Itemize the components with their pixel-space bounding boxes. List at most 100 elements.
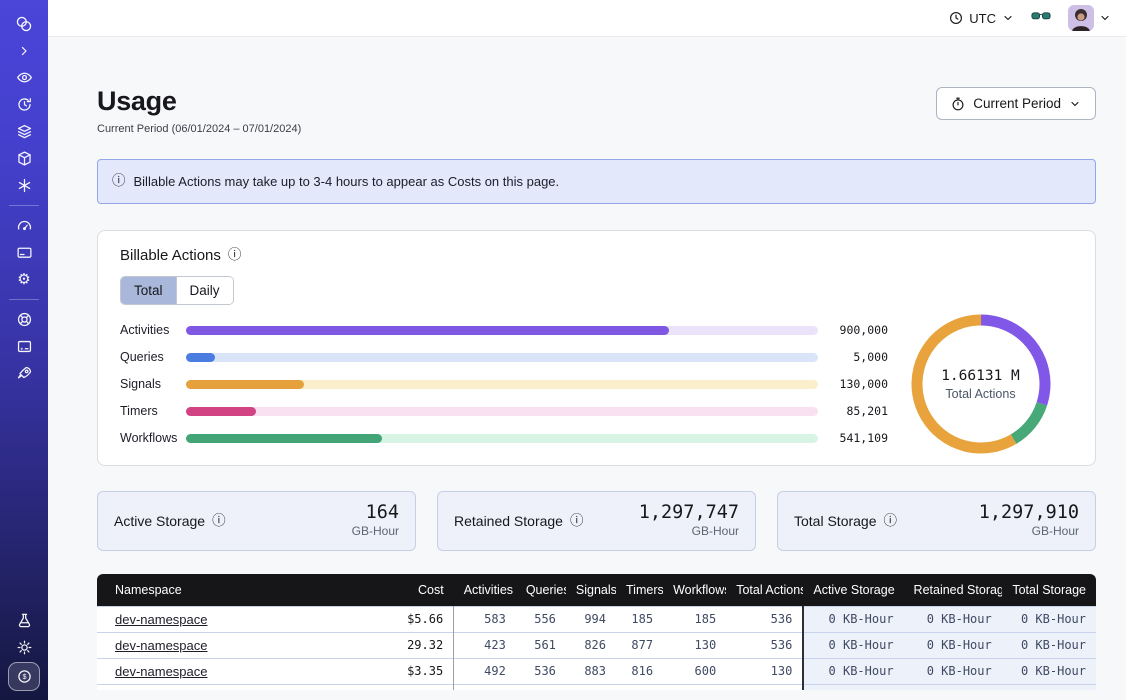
namespace-link[interactable]: dev-namespace xyxy=(115,612,208,627)
cell-total_storage xyxy=(1002,684,1096,690)
sidebar-divider xyxy=(9,299,39,300)
cell-active_storage: 0 KB-Hour xyxy=(803,606,903,632)
column-header-workflows: Workflows xyxy=(663,574,726,607)
sidebar-nav: ⚙ $ xyxy=(0,0,48,700)
cell-signals: 826 xyxy=(566,632,616,658)
topbar: UTC xyxy=(48,0,1126,37)
cell-active_storage: 0 KB-Hour xyxy=(803,632,903,658)
cell-activities: 423 xyxy=(454,632,516,658)
cell-total_actions: 130 xyxy=(726,658,803,684)
collapse-chevron-icon[interactable] xyxy=(8,38,40,63)
column-header-active_storage: Active Storage xyxy=(803,574,903,607)
cell-retained_storage xyxy=(904,684,1002,690)
info-banner: ⓘ Billable Actions may take up to 3-4 ho… xyxy=(97,159,1096,204)
storage-summary-row: Active Storage ⓘ 164 GB-Hour Retained St… xyxy=(97,491,1096,551)
info-icon[interactable]: ⓘ xyxy=(212,514,226,528)
billable-bars: Activities900,000Queries5,000Signals130,… xyxy=(120,317,888,452)
page-subtitle: Current Period (06/01/2024 – 07/01/2024) xyxy=(97,123,301,135)
cell-queries: 536 xyxy=(516,658,566,684)
temporal-logo-icon[interactable] xyxy=(8,11,40,36)
glasses-icon[interactable] xyxy=(1031,9,1051,28)
lab-flask-icon[interactable] xyxy=(8,608,40,633)
table-row: dev-namespace$5.665835569941851855360 KB… xyxy=(97,606,1096,632)
bar-label: Queries xyxy=(120,350,186,364)
usage-gauge-icon[interactable] xyxy=(8,213,40,238)
column-header-total_storage: Total Storage xyxy=(1002,574,1096,607)
bar-row-timers: Timers85,201 xyxy=(120,398,888,425)
bar-track xyxy=(186,407,818,416)
tab-daily[interactable]: Daily xyxy=(176,277,233,304)
bar-value: 130,000 xyxy=(832,377,888,391)
info-icon: ⓘ xyxy=(112,174,126,188)
retained-storage-card: Retained Storage ⓘ 1,297,747 GB-Hour xyxy=(437,491,756,551)
cell-retained_storage: 0 KB-Hour xyxy=(904,606,1002,632)
cell-workflows: 600 xyxy=(663,658,726,684)
total-storage-label: Total Storage xyxy=(794,513,877,529)
retained-storage-value: 1,297,747 xyxy=(639,503,739,523)
settings-gear-icon[interactable]: ⚙ xyxy=(8,267,40,292)
bar-label: Activities xyxy=(120,323,186,337)
bar-row-signals: Signals130,000 xyxy=(120,371,888,398)
cell-activities: 583 xyxy=(454,606,516,632)
tab-total[interactable]: Total xyxy=(121,277,176,304)
chevron-down-icon xyxy=(1069,98,1081,110)
info-icon[interactable]: ⓘ xyxy=(570,514,584,528)
cell-namespace: dev-namespace xyxy=(97,632,366,658)
app-window: ⚙ $ UTC xyxy=(0,0,1126,700)
cell-active_storage: 0 KB-Hour xyxy=(803,658,903,684)
layers-icon[interactable] xyxy=(8,119,40,144)
column-header-total_actions: Total Actions xyxy=(726,574,803,607)
release-notes-icon[interactable] xyxy=(8,334,40,359)
billable-chart-row: Activities900,000Queries5,000Signals130,… xyxy=(120,317,1073,452)
bar-fill xyxy=(186,380,304,389)
namespace-link[interactable]: dev-namespace xyxy=(115,638,208,653)
cube-icon[interactable] xyxy=(8,146,40,171)
cell-retained_storage: 0 KB-Hour xyxy=(904,632,1002,658)
cell-cost: $5.66 xyxy=(366,606,454,632)
namespace-link[interactable]: dev-namespace xyxy=(115,664,208,679)
main-area: UTC Usage Current Period (06/01/2024 – 0… xyxy=(48,0,1126,700)
dollar-badge-icon[interactable]: $ xyxy=(8,662,40,691)
cell-timers: 816 xyxy=(616,658,663,684)
period-dropdown-button[interactable]: Current Period xyxy=(936,87,1096,120)
bar-track xyxy=(186,326,818,335)
bar-label: Workflows xyxy=(120,431,186,445)
billing-card-icon[interactable] xyxy=(8,240,40,265)
history-icon[interactable] xyxy=(8,92,40,117)
bar-row-activities: Activities900,000 xyxy=(120,317,888,344)
page-header: Usage Current Period (06/01/2024 – 07/01… xyxy=(97,87,1096,135)
active-storage-unit: GB-Hour xyxy=(352,524,399,538)
namespaces-icon[interactable] xyxy=(8,65,40,90)
bar-fill xyxy=(186,407,256,416)
active-storage-value: 164 xyxy=(352,503,399,523)
cell-total_actions xyxy=(726,684,803,690)
cell-timers xyxy=(616,684,663,690)
table-row: dev-namespace29.324235618268771305360 KB… xyxy=(97,632,1096,658)
bar-row-queries: Queries5,000 xyxy=(120,344,888,371)
cell-activities xyxy=(454,684,516,690)
table-row: dev-namespace$3.354925368838166001300 KB… xyxy=(97,658,1096,684)
bar-fill xyxy=(186,353,215,362)
support-lifebuoy-icon[interactable] xyxy=(8,307,40,332)
active-storage-card: Active Storage ⓘ 164 GB-Hour xyxy=(97,491,416,551)
info-banner-text: Billable Actions may take up to 3-4 hour… xyxy=(134,174,560,189)
info-icon[interactable]: ⓘ xyxy=(228,248,242,262)
info-icon[interactable]: ⓘ xyxy=(884,514,898,528)
billable-view-tabs: Total Daily xyxy=(120,276,234,305)
account-menu[interactable] xyxy=(1068,5,1111,31)
rocket-icon[interactable] xyxy=(8,361,40,386)
total-storage-value: 1,297,910 xyxy=(979,503,1079,523)
clock-icon xyxy=(949,11,963,25)
asterisk-icon[interactable] xyxy=(8,173,40,198)
bar-row-workflows: Workflows541,109 xyxy=(120,425,888,452)
cell-cost: 29.32 xyxy=(366,632,454,658)
retained-storage-label: Retained Storage xyxy=(454,513,563,529)
column-header-namespace: Namespace xyxy=(97,574,366,607)
page-title: Usage xyxy=(97,87,301,117)
bar-track xyxy=(186,434,818,443)
theme-sun-icon[interactable] xyxy=(8,635,40,660)
billable-actions-title: Billable Actions xyxy=(120,247,221,264)
cell-active_storage xyxy=(803,684,903,690)
timezone-selector[interactable]: UTC xyxy=(949,11,1014,26)
bar-track xyxy=(186,353,818,362)
